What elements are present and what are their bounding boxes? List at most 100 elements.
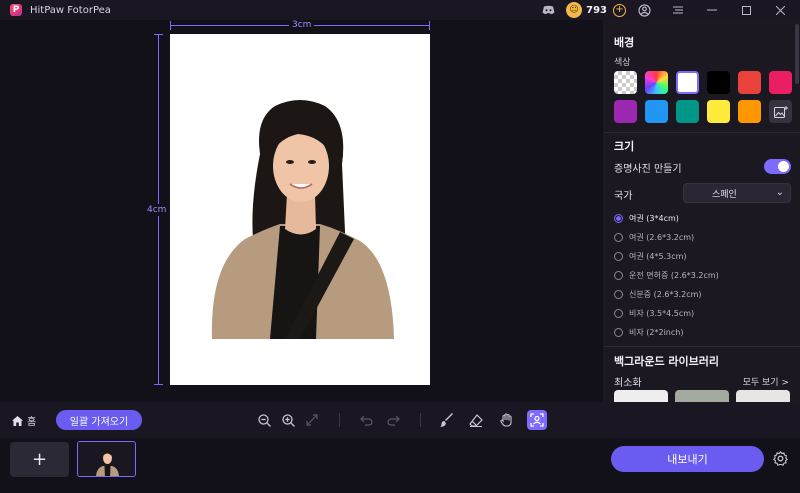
background-thumbnail[interactable] xyxy=(614,390,668,402)
background-section-title: 배경 xyxy=(614,36,635,49)
size-option[interactable]: 여권 (2.6*3.2cm) xyxy=(614,232,694,243)
app-logo-icon: P xyxy=(10,4,22,16)
gear-icon xyxy=(772,450,789,466)
export-button[interactable]: 내보내기 xyxy=(611,446,764,472)
brush-tool-button[interactable] xyxy=(438,411,456,429)
radio-icon xyxy=(614,271,623,280)
batch-import-button[interactable]: 일괄 가져오기 xyxy=(56,410,142,430)
discord-icon[interactable] xyxy=(538,5,558,15)
title-bar: P HitPaw FotorPea ☺ 793 + xyxy=(0,0,800,20)
portrait-thumbnail-image xyxy=(78,442,135,476)
menu-icon[interactable] xyxy=(668,6,688,14)
expand-icon xyxy=(306,414,318,426)
size-option[interactable]: 여권 (4*5.3cm) xyxy=(614,251,687,262)
panel-scrollbar[interactable] xyxy=(795,24,799,84)
section-divider xyxy=(603,346,800,347)
id-photo-label: 증명사진 만들기 xyxy=(614,164,682,175)
country-select[interactable]: 스페인 ⌄ xyxy=(683,183,791,203)
radio-icon xyxy=(614,309,623,318)
see-all-link[interactable]: 모두 보기 > xyxy=(743,375,789,388)
image-thumbnail[interactable] xyxy=(77,441,136,477)
section-divider xyxy=(603,132,800,133)
redo-icon xyxy=(386,415,400,426)
country-label: 국가 xyxy=(614,191,633,202)
swatch-blue[interactable] xyxy=(645,100,668,123)
size-option-label: 신분증 (2.6*3.2cm) xyxy=(629,290,702,299)
size-option[interactable]: 신분증 (2.6*3.2cm) xyxy=(614,289,702,300)
swatch-orange[interactable] xyxy=(738,100,761,123)
size-option-label: 여권 (3*4cm) xyxy=(629,214,679,223)
properties-panel: 배경 색상 크기 증명사진 만들기 국가 스페인 ⌄ 여권 (3*4cm) 여권… xyxy=(603,20,800,402)
eraser-tool-button[interactable] xyxy=(467,411,485,429)
size-section-title: 크기 xyxy=(614,140,635,153)
home-icon xyxy=(12,415,23,426)
portrait-scan-icon xyxy=(530,413,544,427)
redo-button[interactable] xyxy=(384,411,402,429)
swatch-custom-color[interactable] xyxy=(645,71,668,94)
swatch-purple[interactable] xyxy=(614,100,637,123)
id-photo-preview[interactable] xyxy=(170,34,430,385)
undo-button[interactable] xyxy=(357,411,375,429)
maximize-icon[interactable] xyxy=(736,5,756,15)
account-icon[interactable] xyxy=(634,3,654,17)
recent-label: 최소화 xyxy=(614,378,642,389)
editor-toolbar: 홈 일괄 가져오기 xyxy=(0,402,800,438)
swatch-pink[interactable] xyxy=(769,71,792,94)
id-photo-toggle[interactable] xyxy=(764,159,791,174)
size-option[interactable]: 비자 (2*2inch) xyxy=(614,327,683,338)
size-option-label: 여권 (4*5.3cm) xyxy=(629,252,687,261)
image-upload-icon xyxy=(773,105,788,118)
zoom-out-icon xyxy=(257,413,271,427)
zoom-in-icon xyxy=(281,413,295,427)
size-option[interactable]: 비자 (3.5*4.5cm) xyxy=(614,308,694,319)
size-option-label: 비자 (2*2inch) xyxy=(629,328,684,337)
bottom-bar: + 내보내기 xyxy=(0,438,800,493)
portrait-image xyxy=(211,100,394,339)
editor-canvas[interactable]: 3cm 4cm xyxy=(0,20,603,402)
radio-icon xyxy=(614,214,623,223)
hand-tool-button[interactable] xyxy=(497,411,515,429)
background-thumbnail[interactable] xyxy=(675,390,729,402)
title-bar-controls: ☺ 793 + xyxy=(538,0,800,20)
eraser-icon xyxy=(469,413,483,427)
home-button[interactable]: 홈 xyxy=(12,413,36,428)
settings-button[interactable] xyxy=(772,450,789,469)
size-option-label: 비자 (3.5*4.5cm) xyxy=(629,309,695,318)
swatch-yellow[interactable] xyxy=(707,100,730,123)
swatch-transparent[interactable] xyxy=(614,71,637,94)
brush-icon xyxy=(440,413,453,427)
app-title: HitPaw FotorPea xyxy=(30,4,111,16)
coin-count: 793 xyxy=(586,4,607,16)
size-option[interactable]: 운전 면허증 (2.6*3.2cm) xyxy=(614,270,719,281)
radio-icon xyxy=(614,233,623,242)
coin-icon[interactable]: ☺ xyxy=(566,2,583,18)
background-thumbnail[interactable] xyxy=(736,390,790,402)
swatch-red[interactable] xyxy=(738,71,761,94)
size-option-label: 여권 (2.6*3.2cm) xyxy=(629,233,695,242)
height-dimension-label: 4cm xyxy=(147,204,167,216)
library-section-title: 백그라운드 라이브러리 xyxy=(614,355,720,368)
add-coins-icon[interactable]: + xyxy=(613,3,626,17)
chevron-down-icon: ⌄ xyxy=(775,187,784,198)
home-label: 홈 xyxy=(27,417,37,428)
portrait-tool-button[interactable] xyxy=(527,410,547,430)
radio-icon xyxy=(614,290,623,299)
toolbar-separator xyxy=(339,413,340,427)
toolbar-separator xyxy=(420,413,421,427)
zoom-in-button[interactable] xyxy=(279,411,297,429)
close-icon[interactable] xyxy=(770,5,790,15)
width-dimension-label: 3cm xyxy=(289,20,315,30)
swatch-upload-image[interactable] xyxy=(769,100,792,123)
country-select-value: 스페인 xyxy=(712,189,737,200)
size-option[interactable]: 여권 (3*4cm) xyxy=(614,213,679,224)
swatch-black[interactable] xyxy=(707,71,730,94)
add-image-button[interactable]: + xyxy=(10,442,69,477)
minimize-icon[interactable] xyxy=(702,9,722,11)
zoom-out-button[interactable] xyxy=(255,411,273,429)
color-label: 색상 xyxy=(614,58,631,68)
radio-icon xyxy=(614,328,623,337)
swatch-white[interactable] xyxy=(676,71,699,94)
size-option-label: 운전 면허증 (2.6*3.2cm) xyxy=(629,271,719,280)
fit-screen-button[interactable] xyxy=(303,411,321,429)
swatch-teal[interactable] xyxy=(676,100,699,123)
